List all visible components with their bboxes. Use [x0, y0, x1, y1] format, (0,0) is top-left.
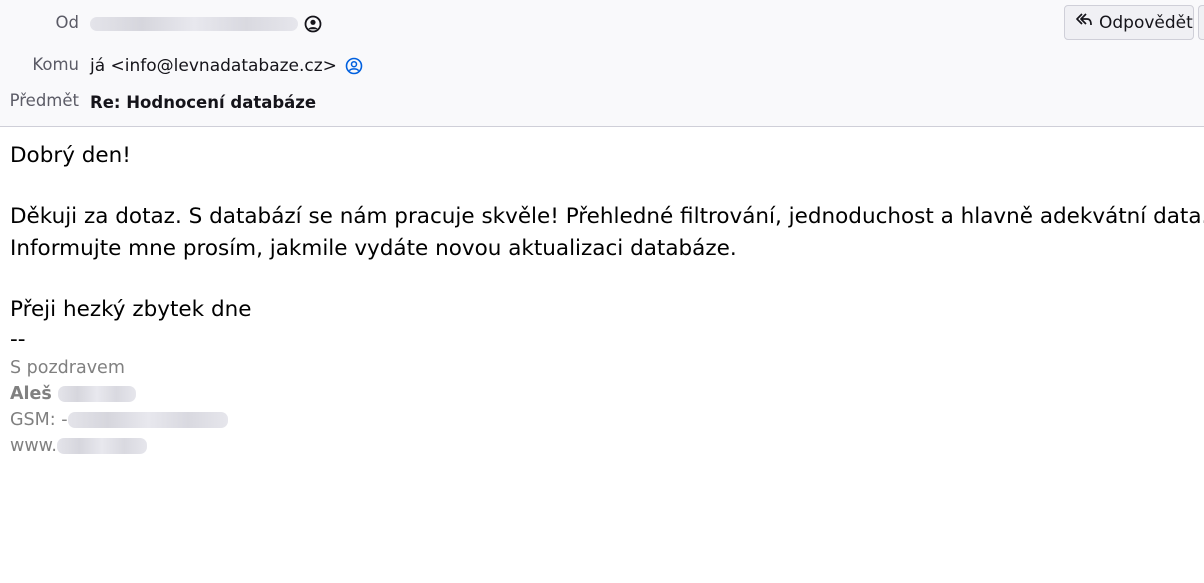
more-actions-button[interactable]: [1198, 5, 1204, 40]
subject-value: Re: Hodnocení databáze: [90, 92, 317, 112]
signature-web-prefix: www.: [10, 436, 57, 456]
body-line-2: Informujte mne prosím, jakmile vydáte no…: [10, 236, 737, 261]
redacted-sender: [90, 17, 298, 31]
contact-icon[interactable]: [345, 57, 363, 75]
message-header: Od Komu já <info@levnadatabaze.cz> Předm…: [0, 0, 1204, 127]
recipient-address: já <info@levnadatabaze.cz>: [90, 56, 337, 76]
signature-name-line: Aleš: [10, 384, 136, 404]
signature-phone-line: GSM: -: [10, 410, 228, 430]
from-label: Od: [55, 13, 79, 32]
to-value[interactable]: já <info@levnadatabaze.cz>: [90, 56, 363, 76]
from-value[interactable]: [90, 15, 322, 33]
reply-icon: [1075, 12, 1093, 33]
to-label: Komu: [32, 55, 79, 74]
signature-separator: --: [10, 327, 26, 352]
signature-web-line: www.: [10, 436, 147, 456]
signature-name: Aleš: [10, 384, 52, 404]
redacted-phone: [67, 412, 228, 428]
subject-label: Předmět: [9, 91, 79, 110]
greeting: Dobrý den!: [10, 143, 131, 168]
reply-button[interactable]: Odpovědět: [1064, 5, 1194, 40]
redacted-surname: [57, 386, 136, 402]
reply-label: Odpovědět: [1099, 12, 1193, 33]
closing: Přeji hezký zbytek dne: [10, 297, 252, 322]
contact-icon[interactable]: [304, 15, 322, 33]
signature-regards: S pozdravem: [10, 358, 125, 378]
signature-phone-prefix: GSM: -: [10, 410, 68, 430]
body-line-1: Děkuji za dotaz. S databází se nám pracu…: [10, 204, 1204, 229]
redacted-website: [56, 438, 147, 454]
